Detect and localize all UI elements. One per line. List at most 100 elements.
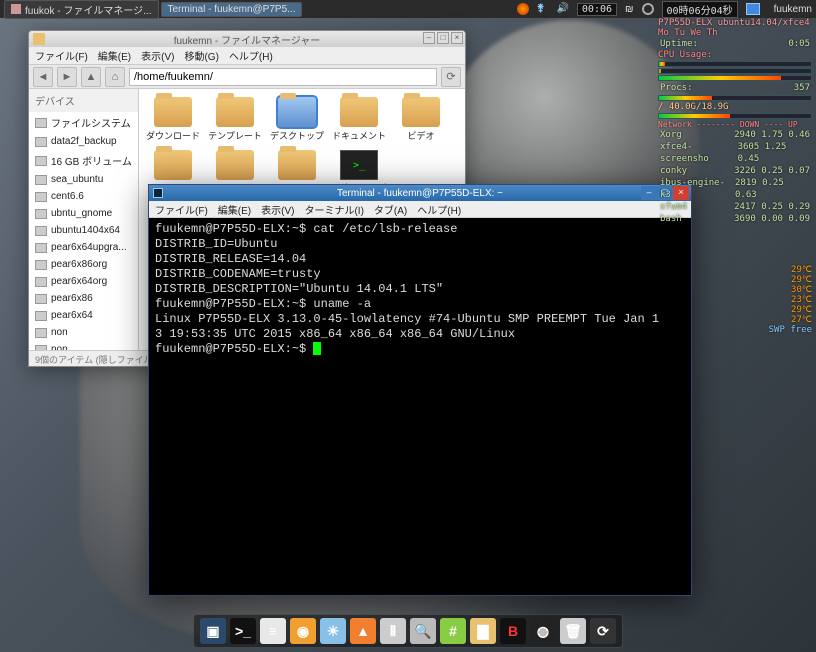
folder-icon	[33, 33, 45, 45]
conky-header: P7P55D-ELX ubuntu14.04/xfce4	[658, 18, 812, 28]
drive-icon	[35, 156, 47, 166]
dock-item-app-browser[interactable]: ◉	[290, 618, 316, 644]
menu-tabs[interactable]: タブ(A)	[374, 202, 407, 217]
close-button[interactable]: ×	[451, 32, 463, 44]
sidebar-item[interactable]: pear6x64	[29, 307, 138, 324]
clock-large[interactable]: 00時06分04秒	[662, 1, 738, 18]
user-label[interactable]: fuukemn	[774, 4, 812, 15]
dock-item-app-weather[interactable]: ☀	[320, 618, 346, 644]
sidebar-item[interactable]: ファイルシステム	[29, 112, 138, 133]
dock-item-app-ab[interactable]: B	[500, 618, 526, 644]
file-item[interactable]: デスクトップ	[267, 95, 327, 144]
menu-help[interactable]: ヘルプ(H)	[229, 48, 273, 63]
menu-terminal[interactable]: ターミナル(I)	[304, 202, 363, 217]
terminal-output[interactable]: fuukemn@P7P55D-ELX:~$ cat /etc/lsb-relea…	[149, 218, 691, 595]
sidebar-item[interactable]: pear6x64upgra...	[29, 239, 138, 256]
menu-edit[interactable]: 編集(E)	[218, 202, 251, 217]
folder-icon	[216, 97, 254, 127]
conky-fs: / 40.0G/18.9G	[658, 102, 812, 112]
sidebar-item-label: pear6x64org	[51, 276, 107, 287]
dock-item-app-vlc[interactable]: ▲	[350, 618, 376, 644]
fm-sidebar: デバイス ファイルシステムdata2f_backup16 GB ボリュームsea…	[29, 89, 139, 350]
sidebar-item[interactable]: non	[29, 324, 138, 341]
refresh-button[interactable]: ⟳	[441, 67, 461, 87]
menu-view[interactable]: 表示(V)	[261, 202, 294, 217]
conky-net-hdr: Network -------- DOWN ---- UP	[658, 120, 812, 129]
settings-icon[interactable]	[642, 3, 654, 15]
sidebar-item[interactable]: ubntu_gnome	[29, 205, 138, 222]
sidebar-item[interactable]: pear6x86	[29, 290, 138, 307]
forward-button[interactable]: ►	[57, 67, 77, 87]
workspace-icon[interactable]	[746, 3, 760, 15]
dock-item-app-editor[interactable]: ≡	[260, 618, 286, 644]
folder-icon	[278, 97, 316, 127]
menu-view[interactable]: 表示(V)	[141, 48, 174, 63]
task-label: fuukok - ファイルマネージ...	[25, 2, 152, 17]
up-button[interactable]: ▲	[81, 67, 101, 87]
task-label: Terminal - fuukemn@P7P5...	[168, 4, 296, 15]
menu-edit[interactable]: 編集(E)	[98, 48, 131, 63]
file-item[interactable]: ドキュメント	[329, 95, 389, 144]
minimize-button[interactable]: –	[641, 186, 657, 200]
folder-icon	[278, 150, 316, 180]
sidebar-item[interactable]: sea_ubuntu	[29, 171, 138, 188]
sidebar-item-label: ファイルシステム	[51, 115, 131, 130]
menu-file[interactable]: ファイル(F)	[35, 48, 88, 63]
sidebar-item[interactable]: pear6x86org	[29, 256, 138, 273]
menu-help[interactable]: ヘルプ(H)	[417, 202, 461, 217]
terminal-cursor	[313, 342, 321, 355]
sidebar-item[interactable]: data2f_backup	[29, 133, 138, 150]
sidebar-item[interactable]: ubuntu1404x64	[29, 222, 138, 239]
conky-temp: 27℃	[658, 315, 812, 325]
dock-item-app-trash[interactable]: 🗑	[560, 618, 586, 644]
file-item[interactable]: ビデオ	[391, 95, 451, 144]
clock-small[interactable]: 00:06	[577, 3, 617, 16]
cpu-bar-2	[658, 68, 812, 74]
volume-icon[interactable]: 🔊	[557, 3, 569, 15]
term-titlebar[interactable]: Terminal - fuukemn@P7P55D-ELX: ~ – □ ×	[149, 185, 691, 201]
dock-item-app-search[interactable]: 🔍	[410, 618, 436, 644]
dock-item-app-refresh[interactable]: ⟳	[590, 618, 616, 644]
fm-toolbar: ◄ ► ▲ ⌂ ⟳	[29, 65, 465, 89]
file-label: ドキュメント	[331, 129, 387, 142]
sidebar-item[interactable]: 16 GB ボリューム	[29, 150, 138, 171]
conky-proc-row: xfce4-screensho3605 1.25 0.45	[658, 141, 812, 165]
path-input[interactable]	[129, 68, 437, 86]
conky-temp: 23℃	[658, 295, 812, 305]
file-label: テンプレート	[207, 129, 263, 142]
taskbar-item-terminal[interactable]: Terminal - fuukemn@P7P5...	[161, 2, 303, 17]
dock-item-app-terminal[interactable]: >_	[230, 618, 256, 644]
sidebar-item-label: sea_ubuntu	[51, 174, 103, 185]
indicator-icon[interactable]: ₪	[625, 4, 634, 15]
minimize-button[interactable]: –	[423, 32, 435, 44]
bluetooth-icon[interactable]: ⚵	[537, 3, 549, 15]
sidebar-item[interactable]: pear6x64org	[29, 273, 138, 290]
back-button[interactable]: ◄	[33, 67, 53, 87]
fs-bar	[658, 113, 812, 119]
dock-item-app-mixer[interactable]: ⫴	[380, 618, 406, 644]
sidebar-item[interactable]: cent6.6	[29, 188, 138, 205]
dock-item-app-monitor[interactable]: ▣	[200, 618, 226, 644]
conky-proc-row: xfwm42417 0.25 0.29	[658, 201, 812, 213]
drive-icon	[35, 328, 47, 338]
home-button[interactable]: ⌂	[105, 67, 125, 87]
file-item[interactable]: ダウンロード	[143, 95, 203, 144]
file-item[interactable]: テンプレート	[205, 95, 265, 144]
sidebar-item-label: pear6x86org	[51, 259, 107, 270]
notification-icon[interactable]	[517, 3, 529, 15]
dock-item-app-hash[interactable]: #	[440, 618, 466, 644]
maximize-button[interactable]: □	[437, 32, 449, 44]
dock-item-app-obs[interactable]: ◍	[530, 618, 556, 644]
dock-item-app-files[interactable]: ▇	[470, 618, 496, 644]
fm-titlebar[interactable]: fuukemn - ファイルマネージャー – □ ×	[29, 31, 465, 47]
menu-file[interactable]: ファイル(F)	[155, 202, 208, 217]
folder-icon	[402, 97, 440, 127]
sidebar-item-label: 16 GB ボリューム	[51, 153, 132, 168]
drive-icon	[35, 118, 47, 128]
sidebar-item-label: pear6x64upgra...	[51, 242, 127, 253]
window-title: Terminal - fuukemn@P7P55D-ELX: ~	[337, 188, 503, 199]
conky-temp: 29℃	[658, 275, 812, 285]
menu-go[interactable]: 移動(G)	[184, 48, 218, 63]
taskbar-item-filemanager[interactable]: fuukok - ファイルマネージ...	[4, 0, 159, 19]
sidebar-item[interactable]: non	[29, 341, 138, 350]
